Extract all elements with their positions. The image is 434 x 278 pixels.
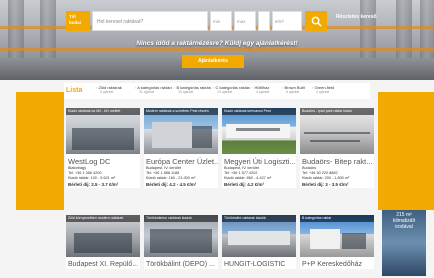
listing-card[interactable]: Törökbálinton raktárak kiadók Törökbálin… bbox=[144, 215, 218, 269]
listing-photo: Budaörs - ipari park raktár kiadó bbox=[300, 108, 374, 154]
category-item[interactable]: B kategóriás raktárak19 ajánlat bbox=[172, 85, 211, 94]
listing-photo: Zöld környezetben modern raktárak bbox=[66, 215, 140, 257]
city-select[interactable]: Tól budai bbox=[66, 11, 90, 31]
search-bar: Tól budai Hol keresel raktárat? min max … bbox=[66, 11, 328, 31]
page: Tól budai Hol keresel raktárat? min max … bbox=[0, 0, 434, 278]
listing-price: Bérleti díj: 2.5 - 3.7 €/m² bbox=[68, 182, 119, 187]
listing-photo: Törökbálint raktárak kiadók bbox=[222, 215, 296, 257]
listing-title[interactable]: WestLog DC bbox=[66, 154, 140, 166]
search-button[interactable] bbox=[305, 11, 327, 31]
ad-line: irodával bbox=[395, 224, 413, 230]
listing-title[interactable]: Európa Center Üzlet... bbox=[144, 154, 218, 166]
hero-tagline: Nincs időd a raktárnézésre? Küldj egy aj… bbox=[136, 40, 298, 47]
listing-card[interactable]: Kiadó raktárak kertvárosi Pest Megyeri Ú… bbox=[222, 108, 296, 188]
max-price-input[interactable]: €/m² bbox=[272, 11, 302, 31]
listing-photo: B kategóriás raktár bbox=[300, 215, 374, 257]
category-item[interactable]: C kategóriás raktárak19 ajánlat bbox=[211, 85, 250, 94]
category-item[interactable]: Zöld raktárak6 ajánlat bbox=[94, 85, 133, 94]
min-area-input[interactable]: min bbox=[210, 11, 232, 31]
listing-title[interactable]: P+P Kereskedőház bbox=[300, 257, 374, 269]
listing-title[interactable]: Törökbálint (DEPO) ... bbox=[144, 257, 218, 269]
listing-card[interactable]: Modern raktárak a szívében Pest részén E… bbox=[144, 108, 218, 188]
listing-title[interactable]: Budapest XI. Repülő... bbox=[66, 257, 140, 269]
right-yellow-block bbox=[378, 92, 434, 210]
listing-card[interactable]: Törökbálint raktárak kiadók HUNGIT-LOGIS… bbox=[222, 215, 296, 269]
listing-photo: Modern raktárak a szívében Pest részén bbox=[144, 108, 218, 154]
listing-price: Bérleti díj: 4.2 - 4.5 €/m² bbox=[146, 182, 197, 187]
category-item[interactable]: Brown Built6 ajánlat bbox=[280, 85, 310, 94]
search-input[interactable]: Hol keresel raktárat? bbox=[92, 11, 208, 31]
advanced-search-link[interactable]: Részletes kereső bbox=[336, 14, 377, 20]
listing-card[interactable]: Budaörs - ipari park raktár kiadó Budaör… bbox=[300, 108, 374, 188]
left-yellow-block bbox=[16, 92, 64, 210]
max-area-input[interactable]: max bbox=[234, 11, 256, 31]
listing-card[interactable]: Zöld környezetben modern raktárak Budape… bbox=[66, 215, 140, 269]
listing-price: Bérleti díj: 3 - 3.5 €/m² bbox=[302, 182, 349, 187]
list-heading: Lista bbox=[66, 87, 83, 94]
listing-photo: Kiadó raktárak az M0 - M1 mellett bbox=[66, 108, 140, 154]
category-item[interactable]: Green-field4 ajánlat bbox=[310, 85, 340, 94]
listing-title[interactable]: Budaörs- Bitep rakt... bbox=[300, 154, 374, 166]
listing-photo: Kiadó raktárak kertvárosi Pest bbox=[222, 108, 296, 154]
listing-price: Bérleti díj: 4.2 €/m² bbox=[224, 182, 265, 187]
category-item[interactable]: A kategóriás raktárak31 ajánlat bbox=[133, 85, 172, 94]
search-icon bbox=[311, 16, 322, 27]
category-bar: Lista Zöld raktárak6 ajánlat A kategóriá… bbox=[64, 83, 370, 99]
min-price-input[interactable] bbox=[258, 11, 270, 31]
category-item[interactable]: Hűtőház4 ajánlat bbox=[250, 85, 280, 94]
listing-title[interactable]: Megyeri Úti Logiszti... bbox=[222, 154, 296, 166]
request-offer-button[interactable]: Ajánlatkérés bbox=[182, 55, 244, 68]
listing-title[interactable]: HUNGIT-LOGISTIC bbox=[222, 257, 296, 269]
advertisement-banner[interactable]: 215 m² klimatizált irodával bbox=[382, 210, 426, 276]
listing-photo: Törökbálinton raktárak kiadók bbox=[144, 215, 218, 257]
listing-card[interactable]: Kiadó raktárak az M0 - M1 mellett WestLo… bbox=[66, 108, 140, 188]
listing-card[interactable]: B kategóriás raktár P+P Kereskedőház bbox=[300, 215, 374, 269]
